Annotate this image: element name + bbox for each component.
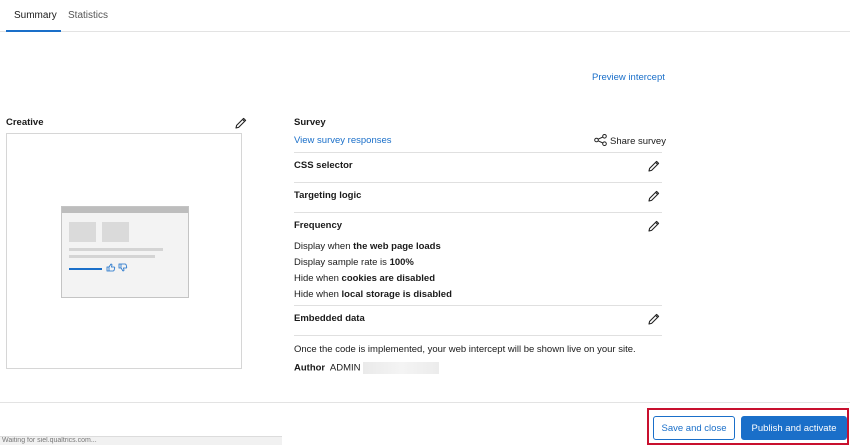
frequency-sample-rate: Display sample rate is 100% <box>294 257 414 268</box>
frequency-storage-rule: Hide when local storage is disabled <box>294 289 452 300</box>
divider <box>294 212 662 213</box>
author-label: Author <box>294 362 326 374</box>
css-selector-title: CSS selector <box>294 160 353 171</box>
edit-creative-pencil-icon[interactable] <box>234 116 248 130</box>
divider <box>294 152 662 153</box>
browser-status-bar: Waiting for siel.qualtrics.com... <box>0 436 282 445</box>
edit-css-selector-pencil-icon[interactable] <box>647 159 661 173</box>
share-survey-button[interactable]: Share survey <box>594 134 666 149</box>
survey-title: Survey <box>294 117 326 128</box>
implementation-note: Once the code is implemented, your web i… <box>294 344 636 355</box>
embedded-data-title: Embedded data <box>294 313 365 324</box>
edit-embedded-data-pencil-icon[interactable] <box>647 312 661 326</box>
thumbs-up-down-icon <box>106 263 128 274</box>
active-tab-indicator <box>6 30 61 32</box>
footer-divider <box>0 402 850 403</box>
preview-intercept-link[interactable]: Preview intercept <box>592 72 665 83</box>
share-icon <box>594 134 607 149</box>
redacted-author-name <box>362 362 439 374</box>
edit-targeting-logic-pencil-icon[interactable] <box>647 189 661 203</box>
publish-and-activate-button[interactable]: Publish and activate <box>741 416 847 440</box>
author-name: ADMIN <box>329 362 361 374</box>
author-line: Author ADMIN <box>294 362 439 374</box>
creative-title: Creative <box>6 117 44 128</box>
save-and-close-button[interactable]: Save and close <box>653 416 735 440</box>
divider <box>294 182 662 183</box>
tab-statistics[interactable]: Statistics <box>68 10 108 21</box>
share-survey-label: Share survey <box>610 136 666 147</box>
tab-summary[interactable]: Summary <box>14 10 57 21</box>
tab-bar: Summary Statistics <box>0 0 850 32</box>
frequency-display-trigger: Display when the web page loads <box>294 241 441 252</box>
view-survey-responses-link[interactable]: View survey responses <box>294 135 392 146</box>
edit-frequency-pencil-icon[interactable] <box>647 219 661 233</box>
frequency-title: Frequency <box>294 220 343 231</box>
targeting-logic-title: Targeting logic <box>294 190 362 201</box>
creative-preview-card[interactable] <box>6 133 242 369</box>
divider <box>294 305 662 306</box>
divider <box>294 335 662 336</box>
creative-thumbnail <box>61 206 189 298</box>
frequency-cookies-rule: Hide when cookies are disabled <box>294 273 435 284</box>
